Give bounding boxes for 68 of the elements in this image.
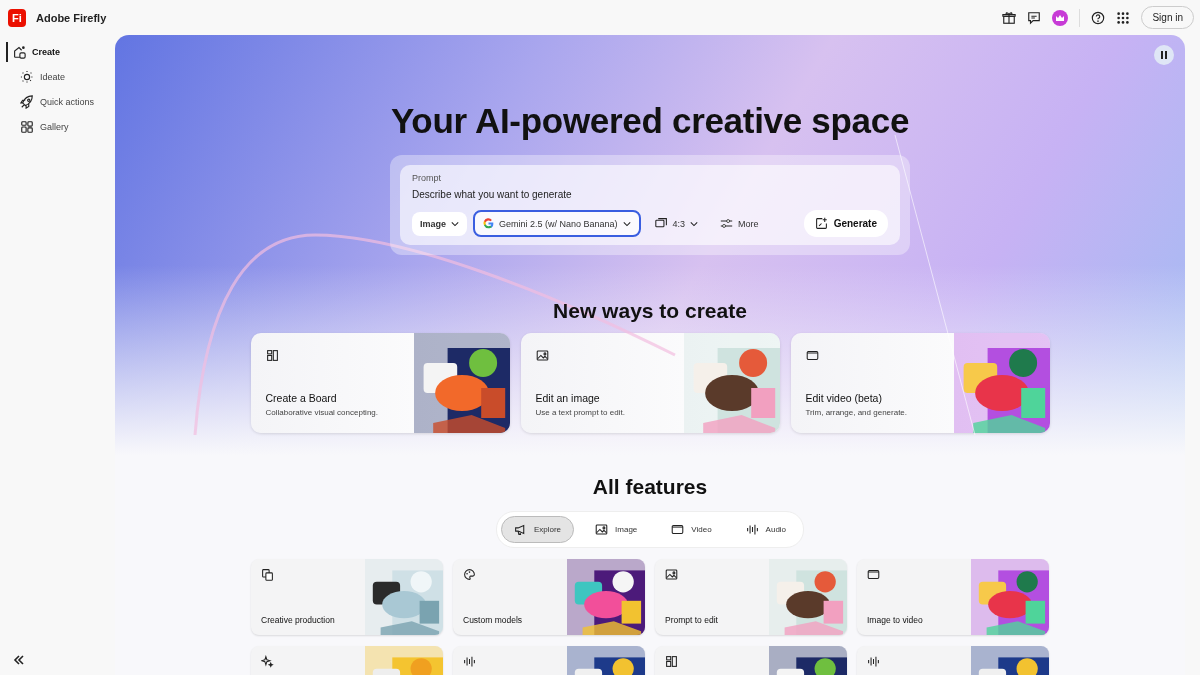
card-title: Create a Board xyxy=(265,392,338,404)
dropdown-button[interactable]: 4:3 xyxy=(646,210,707,237)
collapse-icon[interactable] xyxy=(13,655,25,665)
waveform-icon xyxy=(745,523,759,536)
board-icon xyxy=(665,655,678,668)
card-title: Edit video (beta) xyxy=(805,392,883,404)
palette-icon xyxy=(463,568,476,581)
tab[interactable]: Video xyxy=(658,516,725,543)
google-icon xyxy=(483,218,494,229)
feature-card[interactable]: Edit an image Use a text prompt to edit. xyxy=(520,333,780,433)
apps-icon[interactable] xyxy=(1116,10,1131,25)
feature-card[interactable]: Creative production xyxy=(251,559,443,635)
generate-icon xyxy=(814,217,828,230)
sidebar-item[interactable]: Ideate xyxy=(6,67,115,87)
feature-card[interactable]: Prompt to edit xyxy=(655,559,847,635)
image-icon xyxy=(535,349,549,362)
video-icon xyxy=(671,523,685,536)
card-title: Image to video xyxy=(867,615,924,625)
chat-icon[interactable] xyxy=(1027,10,1042,25)
board-icon xyxy=(265,349,279,362)
card-title: Edit an image xyxy=(535,392,601,404)
app-logo[interactable]: Fi xyxy=(8,8,26,27)
card-title: Custom models xyxy=(463,615,524,625)
help-icon[interactable] xyxy=(1091,10,1106,25)
card-title: Creative production xyxy=(261,615,336,625)
waveform-icon xyxy=(463,655,476,668)
pause-button[interactable] xyxy=(1154,45,1174,65)
sliders-icon xyxy=(720,217,734,230)
card-subtitle: Collaborative visual concepting. xyxy=(265,408,379,417)
feature-card[interactable]: Image to video xyxy=(857,559,1049,635)
tab[interactable]: Explore xyxy=(500,516,575,543)
chevron-down-icon xyxy=(451,220,459,227)
image-icon xyxy=(665,568,678,581)
more-button[interactable]: More xyxy=(712,210,767,237)
image-icon xyxy=(595,523,609,536)
gift-icon[interactable] xyxy=(1002,10,1017,25)
dropdown-button[interactable]: Gemini 2.5 (w/ Nano Banana) xyxy=(473,210,641,237)
sidebar-item[interactable]: Gallery xyxy=(6,117,115,137)
card-title: Prompt to edit xyxy=(665,615,719,625)
prompt-label: Prompt xyxy=(412,173,442,183)
section-title: New ways to create xyxy=(553,299,747,323)
copy-icon xyxy=(261,568,274,581)
feature-card[interactable]: Custom models xyxy=(453,559,645,635)
card-subtitle: Trim, arrange, and generate. xyxy=(805,408,909,417)
feature-card[interactable]: Create a Board Collaborative visual concepting. xyxy=(250,333,510,433)
chevron-down-icon xyxy=(690,220,699,227)
aspect-ratio-icon xyxy=(654,217,668,230)
sidebar-item[interactable]: Quick actions xyxy=(6,92,115,112)
megaphone-icon xyxy=(513,523,527,536)
section-title: All features xyxy=(592,475,708,499)
grid-icon xyxy=(20,120,34,134)
prompt-field[interactable]: Prompt Describe what you want to generate Image Gemini 2.5 (w/ Nano Banana) 4:3 More Generate xyxy=(400,165,900,245)
chevron-down-icon xyxy=(622,220,631,227)
rocket-icon xyxy=(20,95,34,109)
tab[interactable]: Audio xyxy=(732,516,800,543)
app-title: Adobe Firefly xyxy=(36,11,107,24)
bulb-icon xyxy=(20,70,34,84)
tab[interactable]: Image xyxy=(582,516,651,543)
crown-icon[interactable] xyxy=(1052,9,1069,26)
hero-title: Your AI-powered creative space xyxy=(390,101,910,141)
feature-card[interactable]: Edit video (beta) Trim, arrange, and generate. xyxy=(790,333,1050,433)
sign-in-button[interactable]: Sign in xyxy=(1141,6,1194,29)
video-icon xyxy=(867,568,880,581)
card-subtitle: Use a text prompt to edit. xyxy=(535,408,626,417)
dropdown-button[interactable]: Image xyxy=(412,211,467,236)
video-icon xyxy=(805,349,819,362)
waveform-icon xyxy=(867,655,880,668)
generate-button[interactable]: Generate xyxy=(803,210,888,237)
